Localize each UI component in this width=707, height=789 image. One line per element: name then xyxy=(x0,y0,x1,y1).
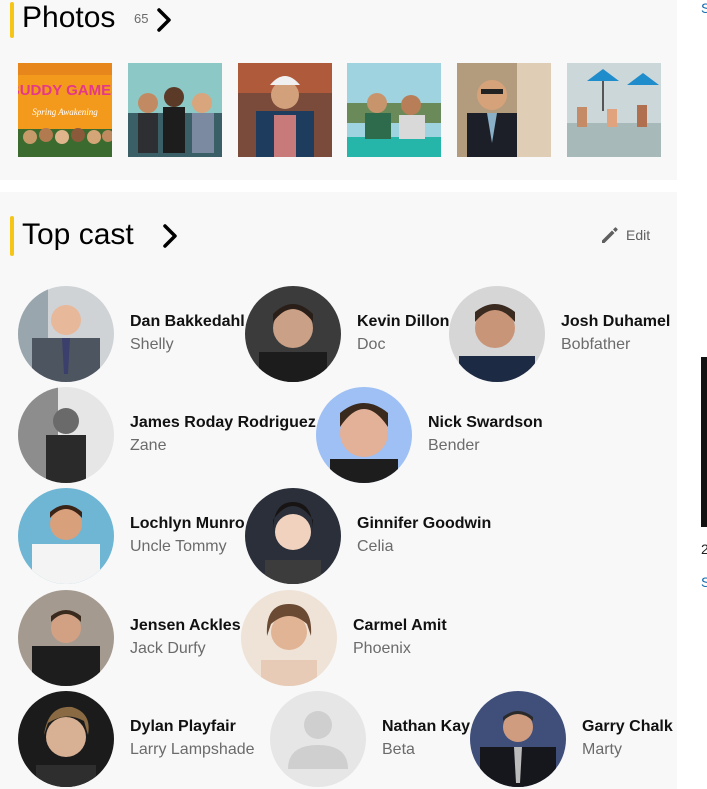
sidebar-text: 2 xyxy=(701,541,707,557)
cast-member: Ginnifer Goodwin Celia xyxy=(245,488,491,584)
cast-headshot[interactable] xyxy=(245,488,341,584)
cast-member: Garry Chalk Marty xyxy=(470,691,673,787)
cast-member: Lochlyn Munro Uncle Tommy xyxy=(18,488,245,584)
cast-name[interactable]: Nathan Kay xyxy=(382,716,470,738)
cast-name[interactable]: James Roday Rodriguez xyxy=(130,412,316,434)
top-cast-section: Top cast Edit Dan Bakkedahl Shelly Kevin… xyxy=(0,192,677,789)
cast-character[interactable]: Phoenix xyxy=(353,637,447,661)
sidebar-video-thumbnail[interactable] xyxy=(701,357,707,527)
cast-member: Nathan Kay Beta xyxy=(270,691,470,787)
poster-title-text: BUDDY GAMES xyxy=(18,82,112,99)
photos-chevron-right-icon[interactable] xyxy=(154,7,174,33)
photo-thumbnail-group[interactable] xyxy=(128,63,222,157)
cast-name[interactable]: Garry Chalk xyxy=(582,716,673,738)
cast-member: Dan Bakkedahl Shelly xyxy=(18,286,245,382)
photo-thumbnail-table[interactable] xyxy=(347,63,441,157)
cast-name[interactable]: Lochlyn Munro xyxy=(130,513,245,535)
cast-headshot[interactable] xyxy=(316,387,412,483)
cast-name[interactable]: Jensen Ackles xyxy=(130,615,241,637)
cast-character[interactable]: Jack Durfy xyxy=(130,637,241,661)
cast-member: Jensen Ackles Jack Durfy xyxy=(18,590,241,686)
cast-character[interactable]: Beta xyxy=(382,738,470,762)
photos-title[interactable]: Photos xyxy=(22,1,115,35)
photo-thumbnail-suit[interactable] xyxy=(457,63,551,157)
cast-member: Nick Swardson Bender xyxy=(316,387,543,483)
cast-headshot[interactable] xyxy=(245,286,341,382)
cast-name[interactable]: Josh Duhamel xyxy=(561,311,670,333)
person-placeholder-icon xyxy=(270,691,366,787)
cast-name[interactable]: Nick Swardson xyxy=(428,412,543,434)
cast-member: Josh Duhamel Bobfather xyxy=(449,286,670,382)
cast-character[interactable]: Celia xyxy=(357,535,491,559)
cast-name[interactable]: Carmel Amit xyxy=(353,615,447,637)
photos-section: Photos 65 BUDDY GAMES Spring Awakening xyxy=(0,0,677,180)
photos-count: 65 xyxy=(134,11,149,26)
photo-thumbnail-poster[interactable]: BUDDY GAMES Spring Awakening xyxy=(18,63,112,157)
top-cast-chevron-right-icon[interactable] xyxy=(160,223,180,249)
cast-character[interactable]: Uncle Tommy xyxy=(130,535,245,559)
sidebar-link-bottom[interactable]: S xyxy=(701,574,707,590)
cast-character[interactable]: Zane xyxy=(130,434,316,458)
top-cast-title[interactable]: Top cast xyxy=(22,218,134,252)
photos-accent-bar xyxy=(10,2,14,38)
cast-character[interactable]: Doc xyxy=(357,333,449,357)
cast-name[interactable]: Dylan Playfair xyxy=(130,716,255,738)
cast-headshot[interactable] xyxy=(18,488,114,584)
cast-accent-bar xyxy=(10,216,14,256)
photo-thumbnail-cap[interactable] xyxy=(238,63,332,157)
cast-character[interactable]: Marty xyxy=(582,738,673,762)
cast-headshot[interactable] xyxy=(470,691,566,787)
poster-subtitle-text: Spring Awakening xyxy=(32,107,98,117)
cast-character[interactable]: Shelly xyxy=(130,333,245,357)
cast-character[interactable]: Larry Lampshade xyxy=(130,738,255,762)
cast-headshot[interactable] xyxy=(18,691,114,787)
edit-label: Edit xyxy=(626,227,651,243)
cast-headshot[interactable] xyxy=(241,590,337,686)
cast-headshot[interactable] xyxy=(18,590,114,686)
cast-headshot[interactable] xyxy=(18,286,114,382)
cast-character[interactable]: Bobfather xyxy=(561,333,670,357)
pencil-icon xyxy=(602,227,618,243)
cast-headshot[interactable] xyxy=(18,387,114,483)
cast-headshot[interactable] xyxy=(449,286,545,382)
cast-headshot-placeholder[interactable] xyxy=(270,691,366,787)
edit-button[interactable]: Edit xyxy=(600,224,650,246)
cast-member: James Roday Rodriguez Zane xyxy=(18,387,316,483)
sidebar-link-top[interactable]: S xyxy=(701,0,707,16)
photo-thumbnail-pool[interactable] xyxy=(567,63,661,157)
cast-member: Carmel Amit Phoenix xyxy=(241,590,447,686)
cast-name[interactable]: Kevin Dillon xyxy=(357,311,449,333)
cast-character[interactable]: Bender xyxy=(428,434,543,458)
cast-name[interactable]: Dan Bakkedahl xyxy=(130,311,245,333)
cast-name[interactable]: Ginnifer Goodwin xyxy=(357,513,491,535)
cast-member: Dylan Playfair Larry Lampshade xyxy=(18,691,255,787)
cast-member: Kevin Dillon Doc xyxy=(245,286,449,382)
